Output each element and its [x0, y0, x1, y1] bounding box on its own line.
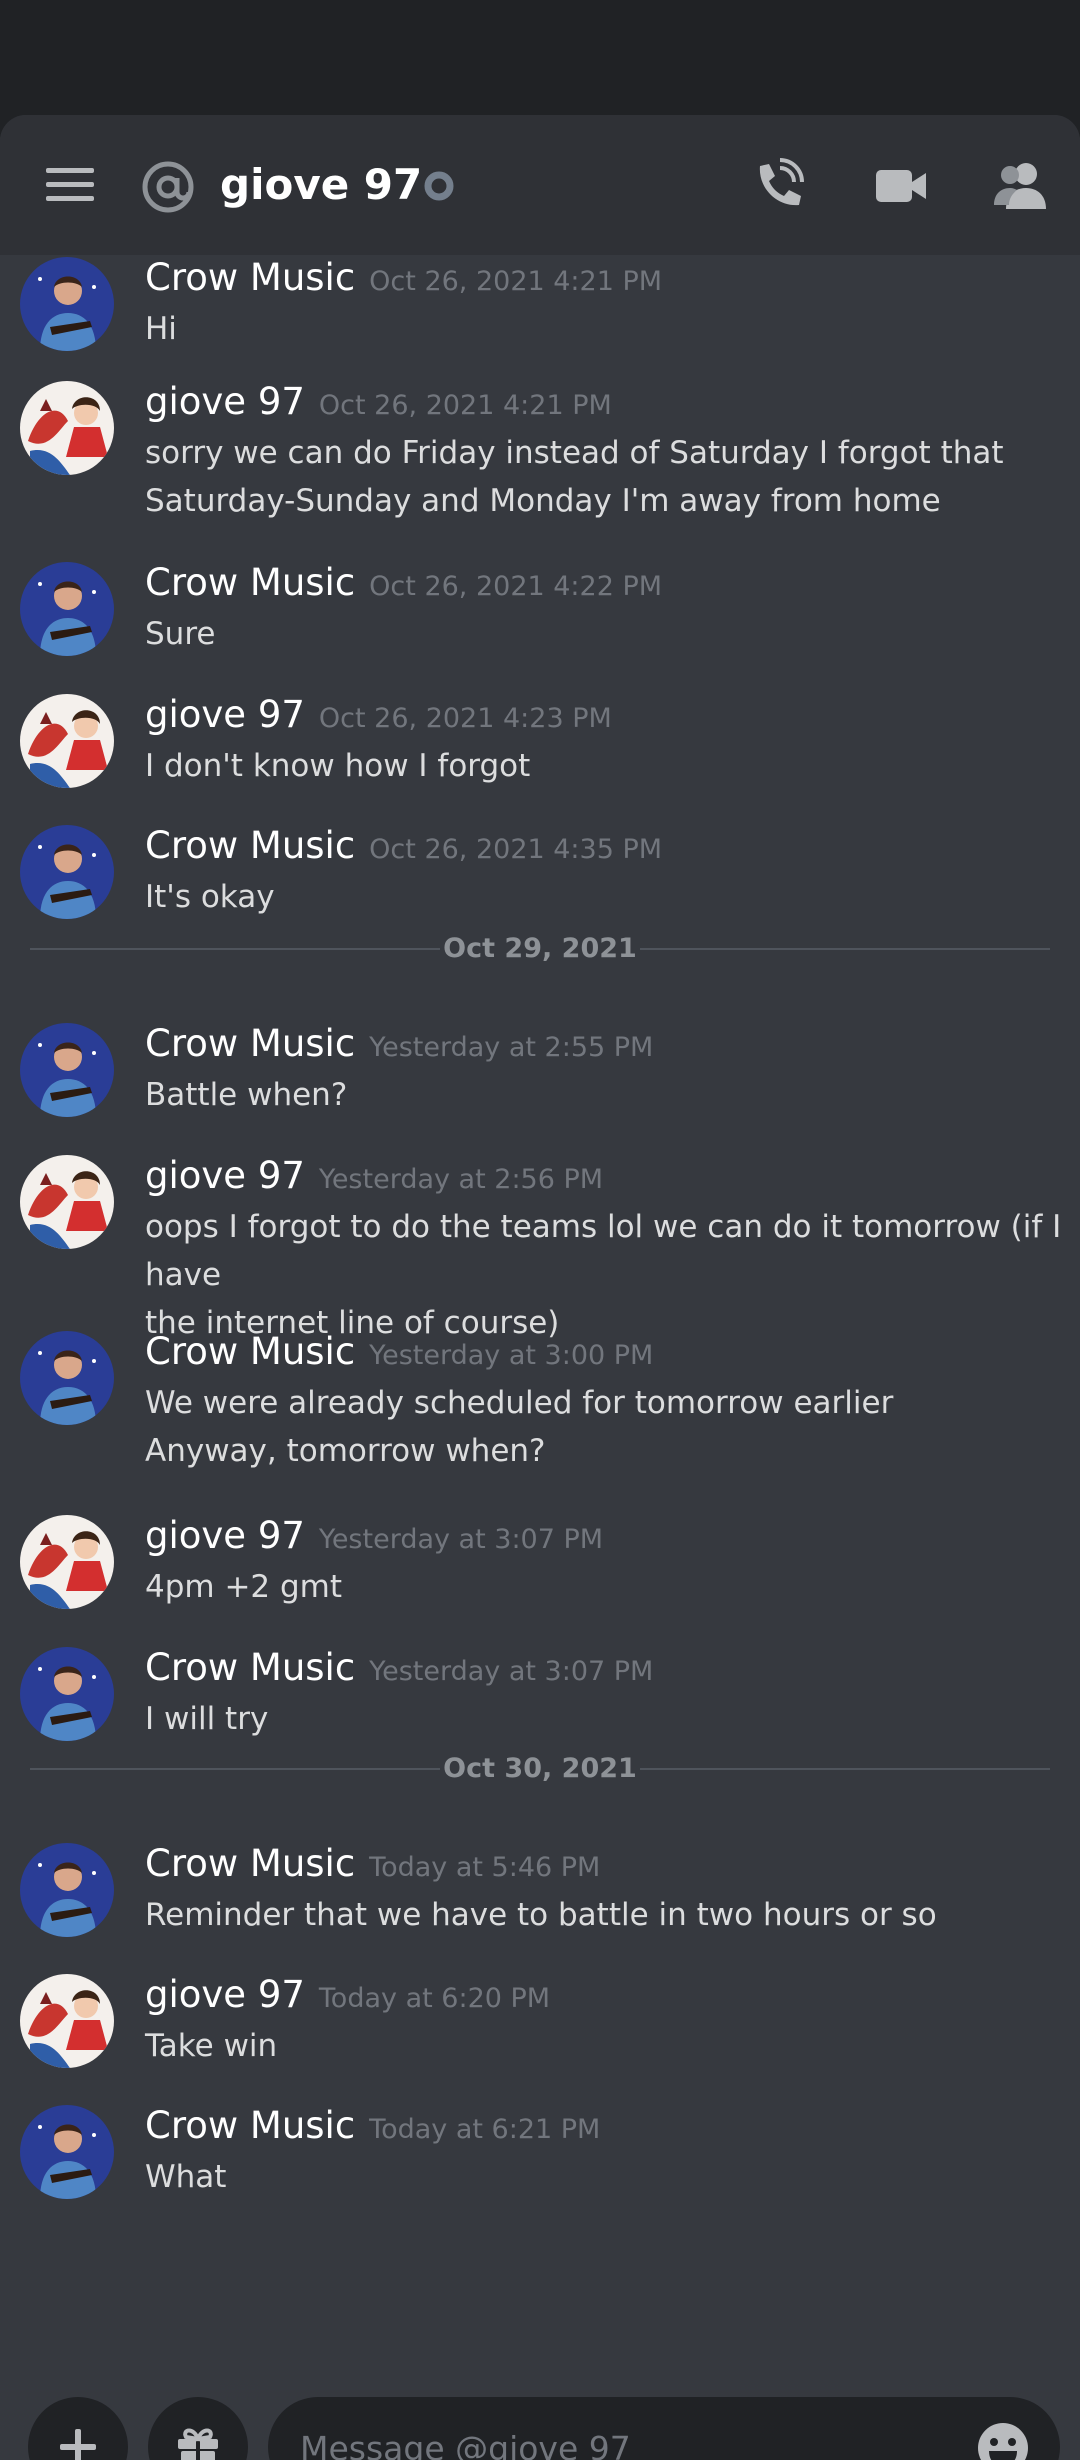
message-line: Hi: [145, 311, 177, 347]
message-timestamp: Oct 26, 2021 4:21 PM: [369, 266, 663, 297]
message-timestamp: Oct 26, 2021 4:21 PM: [318, 390, 612, 421]
avatar[interactable]: [20, 1331, 114, 1425]
message-text: We were already scheduled for tomorrow e…: [145, 1379, 1065, 1475]
message-author[interactable]: giove 97: [145, 1514, 305, 1557]
message-input[interactable]: [298, 2397, 942, 2460]
message-text: 4pm +2 gmt: [145, 1563, 1065, 1611]
message-input-container: [268, 2397, 1060, 2460]
avatar[interactable]: [20, 1155, 114, 1249]
message-author[interactable]: giove 97: [145, 1973, 305, 2016]
avatar[interactable]: [20, 562, 114, 656]
message-text: Hi: [145, 305, 1065, 353]
message-line: It's okay: [145, 879, 275, 915]
message-line: Anyway, tomorrow when?: [145, 1433, 546, 1469]
channel-title[interactable]: giove 97: [220, 153, 422, 217]
avatar[interactable]: [20, 1647, 114, 1741]
message-timestamp: Yesterday at 3:07 PM: [369, 1656, 654, 1687]
status-dot-icon: [424, 171, 454, 201]
avatar[interactable]: [20, 1843, 114, 1937]
message-text: I don't know how I forgot: [145, 742, 1065, 790]
message-author[interactable]: giove 97: [145, 693, 305, 736]
channel-header: giove 97: [0, 115, 1080, 255]
message-line: oops I forgot to do the teams lol we can…: [145, 1209, 1062, 1293]
hamburger-icon[interactable]: [40, 160, 100, 210]
message-composer: [0, 2265, 1080, 2460]
video-icon[interactable]: [870, 157, 932, 215]
message-text: oops I forgot to do the teams lol we can…: [145, 1203, 1065, 1347]
avatar[interactable]: [20, 257, 114, 351]
message-timestamp: Today at 5:46 PM: [369, 1852, 601, 1883]
message-author[interactable]: Crow Music: [145, 1330, 355, 1373]
message-author[interactable]: Crow Music: [145, 256, 355, 299]
message-text: Sure: [145, 610, 1065, 658]
avatar[interactable]: [20, 1974, 114, 2068]
message-list: Crow Music Oct 26, 2021 4:21 PM Hi giove …: [0, 255, 1080, 2295]
emoji-icon[interactable]: [976, 2421, 1030, 2460]
message-line: Battle when?: [145, 1077, 348, 1113]
message-text: I will try: [145, 1695, 1065, 1743]
at-icon: [140, 159, 196, 215]
message-line: sorry we can do Friday instead of Saturd…: [145, 435, 1004, 471]
message-author[interactable]: Crow Music: [145, 1842, 355, 1885]
message-author[interactable]: giove 97: [145, 1154, 305, 1197]
message-text: It's okay: [145, 873, 1065, 921]
message-line: What: [145, 2159, 227, 2195]
avatar[interactable]: [20, 825, 114, 919]
message-line: Reminder that we have to battle in two h…: [145, 1897, 937, 1933]
message-timestamp: Today at 6:21 PM: [369, 2114, 601, 2145]
message-timestamp: Oct 26, 2021 4:23 PM: [318, 703, 612, 734]
date-divider-label: Oct 30, 2021: [443, 1753, 637, 1784]
message-author[interactable]: Crow Music: [145, 561, 355, 604]
message-timestamp: Oct 26, 2021 4:35 PM: [369, 834, 663, 865]
message-author[interactable]: Crow Music: [145, 1022, 355, 1065]
message-text: What: [145, 2153, 1065, 2201]
message-author[interactable]: Crow Music: [145, 1646, 355, 1689]
message-author[interactable]: Crow Music: [145, 2104, 355, 2147]
gift-icon[interactable]: [148, 2397, 248, 2460]
message-line: Take win: [145, 2028, 278, 2064]
message-timestamp: Yesterday at 3:00 PM: [369, 1340, 654, 1371]
date-divider: Oct 30, 2021: [30, 1749, 1050, 1789]
call-icon[interactable]: [745, 155, 807, 217]
avatar[interactable]: [20, 694, 114, 788]
message-line: I don't know how I forgot: [145, 748, 531, 784]
message-timestamp: Yesterday at 2:55 PM: [369, 1032, 654, 1063]
message-line: I will try: [145, 1701, 269, 1737]
avatar[interactable]: [20, 2105, 114, 2199]
message-line: 4pm +2 gmt: [145, 1569, 343, 1605]
avatar[interactable]: [20, 1515, 114, 1609]
avatar[interactable]: [20, 1023, 114, 1117]
message-text: Battle when?: [145, 1071, 1065, 1119]
message-timestamp: Today at 6:20 PM: [318, 1983, 551, 2014]
message-line: Sure: [145, 616, 216, 652]
message-text: Take win: [145, 2022, 1065, 2070]
message-text: Reminder that we have to battle in two h…: [145, 1891, 1065, 1939]
message-text: sorry we can do Friday instead of Saturd…: [145, 429, 1065, 525]
message-author[interactable]: Crow Music: [145, 824, 355, 867]
message-author[interactable]: giove 97: [145, 380, 305, 423]
date-divider-label: Oct 29, 2021: [443, 933, 637, 964]
message-timestamp: Yesterday at 3:07 PM: [318, 1524, 604, 1555]
plus-icon[interactable]: [28, 2397, 128, 2460]
message-line: We were already scheduled for tomorrow e…: [145, 1385, 894, 1421]
avatar[interactable]: [20, 381, 114, 475]
message-line: Saturday-Sunday and Monday I'm away from…: [145, 483, 941, 519]
message-timestamp: Yesterday at 2:56 PM: [318, 1164, 604, 1195]
date-divider: Oct 29, 2021: [30, 929, 1050, 969]
status-bar: [0, 0, 1080, 115]
dm-window: giove 97 Crow Music Oct 26, 2021 4:21 PM …: [0, 115, 1080, 2460]
message-timestamp: Oct 26, 2021 4:22 PM: [369, 571, 663, 602]
members-icon[interactable]: [990, 155, 1052, 217]
